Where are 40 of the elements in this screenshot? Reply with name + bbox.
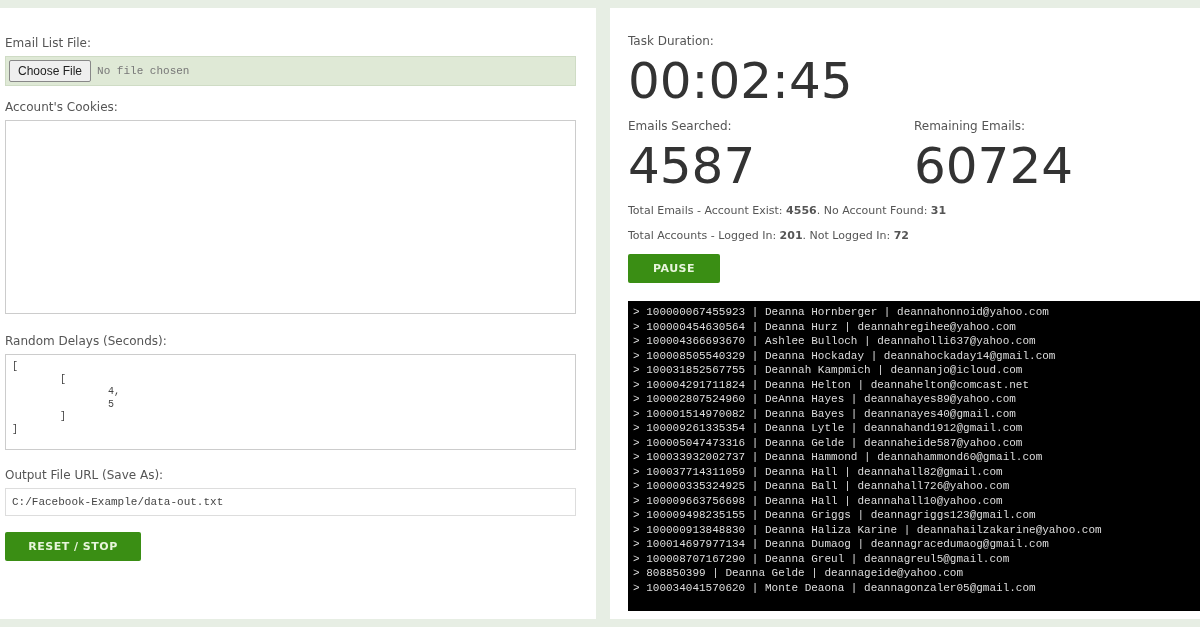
cookies-textarea[interactable] [5,120,576,314]
log-line: > 100004366693670 | Ashlee Bulloch | deannaholli637@yahoo.com [633,334,1037,349]
choose-file-button[interactable]: Choose File [9,60,92,82]
field-label: Account's Cookies: [5,100,119,114]
log-line: > 100008505540329 | Deanna Hockaday | deannahockaday14@gmail.com [633,348,1057,363]
stat-value: 4587 [628,139,757,194]
file-input[interactable]: Choose File No file chosen [5,56,576,86]
log-line: > 100008707167290 | Deanna Greul | deannagreul5@gmail.com [633,551,1011,566]
output-file-field[interactable]: C:/Facebook-Example/data-out.txt [5,488,576,516]
summary-text: Total Emails - Account Exist: 4556. No Account Found: 31 [628,204,948,217]
log-line: > 100000067455923 | Deanna Hornberger | deannahonnoid@yahoo.com [633,305,1050,320]
log-line: > 100037714311059 | Deanna Hall | deannahall82@gmail.com [633,464,1004,479]
duration-value: 00:02:45 [628,54,854,109]
log-line: > 100009498235155 | Deanna Griggs | deannagriggs123@gmail.com [633,508,1037,523]
log-line: > 100005047473316 | Deanna Gelde | deannaheide587@yahoo.com [633,435,1024,450]
log-line: > 100000335324925 | Deanna Ball | deannahall726@yahoo.com [633,479,1011,494]
delays-textarea[interactable]: [ [ 4, 5 ] ] [5,354,576,450]
field-label: Output File URL (Save As): [5,468,165,482]
stat-label: Emails Searched: [628,119,733,133]
log-line: > 100031852567755 | Deannah Kampmich | deannanjo@icloud.com [633,363,1024,378]
field-label: Email List File: [5,36,93,50]
log-line: > 100000913848830 | Deanna Haliza Karine | deannahailzakarine@yahoo.com [633,522,1103,537]
pause-button[interactable]: PAUSE [628,254,720,283]
log-line: > 100002807524960 | DeAnna Hayes | deannahayes89@yahoo.com [633,392,1017,407]
log-line: > 100033932002737 | Deanna Hammond | deannahammond60@gmail.com [633,450,1044,465]
log-line: > 100004291711824 | Deanna Helton | deannahelton@comcast.net [633,377,1031,392]
file-status: No file chosen [97,65,190,77]
log-line: > 808850399 | Deanna Gelde | deannageide@yahoo.com [633,566,965,581]
log-line: > 100009261335354 | Deanna Lytle | deannahand1912@gmail.com [633,421,1024,436]
stat-label: Remaining Emails: [914,119,1027,133]
stat-value: 60724 [914,139,1075,194]
log-line: > 100034041570620 | Monte Deaona | deannagonzaler05@gmail.com [633,580,1037,595]
stat-label: Task Duration: [628,34,715,48]
log-line: > 100001514970082 | Deanna Bayes | deannanayes40@gmail.com [633,406,1017,421]
summary-text: Total Accounts - Logged In: 201. Not Logged In: 72 [628,229,910,242]
field-label: Random Delays (Seconds): [5,334,168,348]
log-line: > 100014697977134 | Deanna Dumaog | deannagracedumaog@gmail.com [633,537,1050,552]
log-line: > 100009663756698 | Deanna Hall | deannahall10@yahoo.com [633,493,1004,508]
reset-stop-button[interactable]: RESET / STOP [5,532,141,561]
log-line: > 100000454630564 | Deanna Hurz | deannahregihee@yahoo.com [633,319,1017,334]
